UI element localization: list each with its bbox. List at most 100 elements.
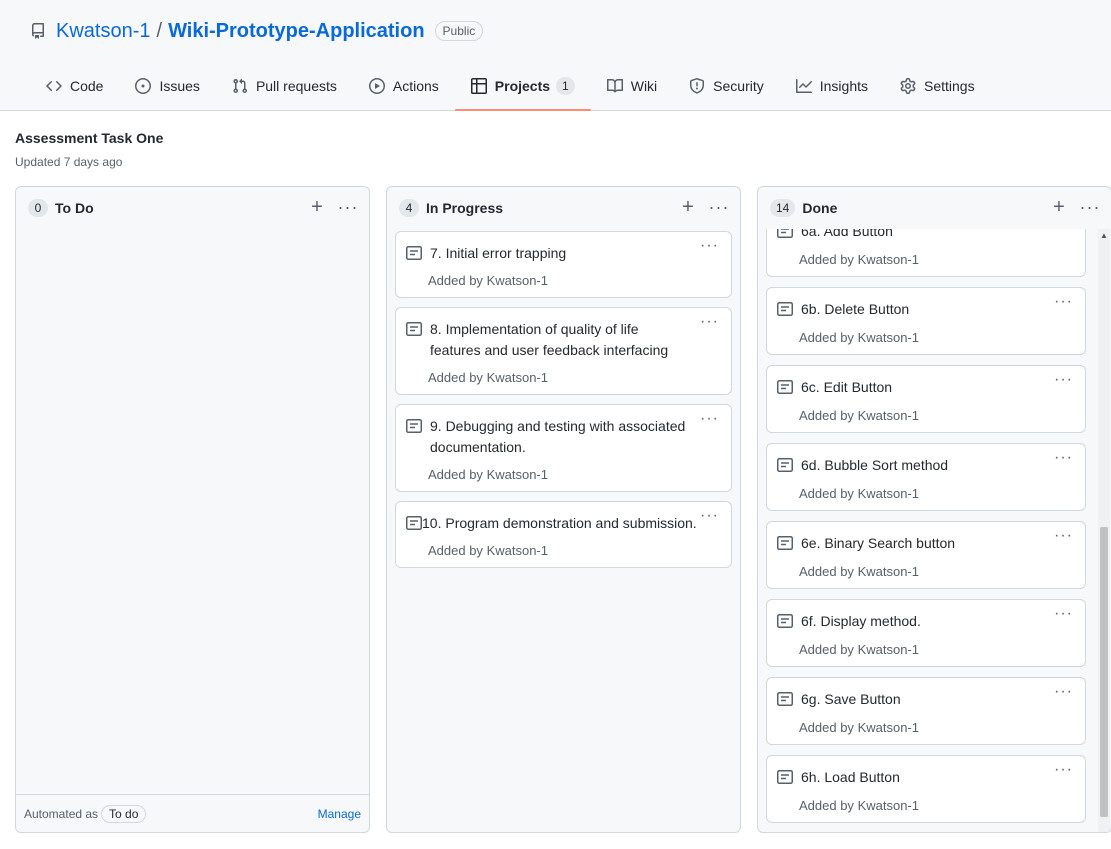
card-menu-icon[interactable]: ··· [1054,528,1073,544]
card-menu-icon[interactable]: ··· [1054,229,1073,232]
tab-pull-requests[interactable]: Pull requests [216,70,353,102]
card-menu-icon[interactable]: ··· [700,314,719,330]
card-title: 6b. Delete Button [801,301,910,317]
card-title: 6h. Load Button [801,769,900,785]
column-scrollbar[interactable]: ▲ [1098,229,1110,832]
note-icon [777,380,793,394]
tab-wiki[interactable]: Wiki [591,70,673,102]
note-card[interactable]: 6h. Load Button ··· Added by Kwatson-1 [766,755,1086,823]
note-card[interactable]: 7. Initial error trapping ··· Added by K… [395,231,732,298]
added-by-label: Added by [799,408,854,423]
author-link[interactable]: Kwatson-1 [858,564,919,579]
scrollbar-thumb[interactable] [1100,527,1108,817]
note-card[interactable]: 6c. Edit Button ··· Added by Kwatson-1 [766,365,1086,433]
author-link[interactable]: Kwatson-1 [858,408,919,423]
column-menu-icon[interactable]: ··· [337,197,359,217]
column-name: In Progress [426,200,504,216]
repo-icon [31,23,44,39]
card-title: 6d. Bubble Sort method [801,457,949,473]
added-by-label: Added by [799,252,854,267]
author-link[interactable]: Kwatson-1 [487,543,548,558]
note-icon [777,302,793,316]
pull-request-icon [232,78,248,94]
tab-settings[interactable]: Settings [884,70,991,102]
card-added-by: Added by Kwatson-1 [428,273,548,288]
automation-badge: To do [101,804,147,823]
note-card[interactable]: 6a. Add Button ··· Added by Kwatson-1 [766,229,1086,277]
card-menu-icon[interactable]: ··· [700,508,719,524]
author-link[interactable]: Kwatson-1 [487,467,548,482]
added-by-label: Added by [799,486,854,501]
column-done: 14 Done + ··· 6a. Add Button ··· Added b… [757,186,1111,833]
card-menu-icon[interactable]: ··· [1054,294,1073,310]
author-link[interactable]: Kwatson-1 [858,252,919,267]
tab-security[interactable]: Security [673,70,780,102]
author-link[interactable]: Kwatson-1 [858,330,919,345]
card-menu-icon[interactable]: ··· [700,411,719,427]
tab-insights[interactable]: Insights [780,70,884,102]
card-title: 9. Debugging and testing with associated… [430,418,686,455]
card-title: 10. Program demonstration and submission… [422,515,697,531]
tab-label: Wiki [630,78,658,94]
card-added-by: Added by Kwatson-1 [799,798,919,813]
column-header: 14 Done + ··· [758,187,1111,229]
note-card[interactable]: 6e. Binary Search button ··· Added by Kw… [766,521,1086,589]
card-title: 6e. Binary Search button [801,535,956,551]
author-link[interactable]: Kwatson-1 [487,273,548,288]
gear-icon [900,78,916,94]
note-icon [406,322,422,336]
added-by-label: Added by [428,370,483,385]
author-link[interactable]: Kwatson-1 [858,642,919,657]
card-menu-icon[interactable]: ··· [1054,762,1073,778]
note-card[interactable]: 6b. Delete Button ··· Added by Kwatson-1 [766,287,1086,355]
note-icon [777,536,793,550]
add-card-icon[interactable]: + [307,196,327,218]
note-card[interactable]: 6g. Save Button ··· Added by Kwatson-1 [766,677,1086,745]
author-link[interactable]: Kwatson-1 [858,798,919,813]
tab-label: Settings [924,78,975,94]
scroll-up-arrow-icon[interactable]: ▲ [1100,231,1108,240]
tab-label: Actions [392,78,439,94]
column-footer: Automated as To do Manage [16,794,369,832]
repo-name-link[interactable]: Wiki-Prototype-Application [168,20,424,43]
card-menu-icon[interactable]: ··· [1054,372,1073,388]
card-title: 8. Implementation of quality of life fea… [430,321,669,358]
note-card[interactable]: 8. Implementation of quality of life fea… [395,307,732,395]
visibility-badge: Public [434,21,484,41]
column-menu-icon[interactable]: ··· [1079,197,1101,217]
note-card[interactable]: 10. Program demonstration and submission… [395,501,732,568]
note-card[interactable]: 6f. Display method. ··· Added by Kwatson… [766,599,1086,667]
card-menu-icon[interactable]: ··· [1054,450,1073,466]
code-icon [46,78,62,94]
added-by-label: Added by [428,273,483,288]
card-menu-icon[interactable]: ··· [1054,684,1073,700]
tab-label: Projects [494,78,551,94]
add-card-icon[interactable]: + [678,196,698,218]
add-card-icon[interactable]: + [1049,196,1069,218]
column-name: Done [802,200,838,216]
author-link[interactable]: Kwatson-1 [858,720,919,735]
card-menu-icon[interactable]: ··· [1054,606,1073,622]
book-icon [606,78,623,94]
automated-label: Automated as [24,806,99,821]
tab-label: Issues [159,78,200,94]
manage-link[interactable]: Manage [318,807,361,821]
card-menu-icon[interactable]: ··· [700,238,719,254]
repo-title: Kwatson-1 / Wiki-Prototype-Application P… [30,18,484,44]
note-card[interactable]: 6d. Bubble Sort method ··· Added by Kwat… [766,443,1086,511]
tab-projects[interactable]: Projects 1 [454,70,591,111]
card-title: 6f. Display method. [801,613,921,629]
column-menu-icon[interactable]: ··· [708,197,730,217]
column-todo: 0 To Do + ··· Automated as To do Manage [15,186,370,833]
repo-separator: / [156,19,163,42]
note-card[interactable]: 9. Debugging and testing with associated… [395,404,732,492]
card-added-by: Added by Kwatson-1 [799,720,919,735]
issue-icon [135,78,152,94]
card-title: 6c. Edit Button [801,379,893,395]
tab-issues[interactable]: Issues [119,70,215,102]
author-link[interactable]: Kwatson-1 [487,370,548,385]
repo-owner-link[interactable]: Kwatson-1 [56,20,151,43]
tab-code[interactable]: Code [30,70,119,102]
author-link[interactable]: Kwatson-1 [858,486,919,501]
tab-actions[interactable]: Actions [353,70,455,102]
